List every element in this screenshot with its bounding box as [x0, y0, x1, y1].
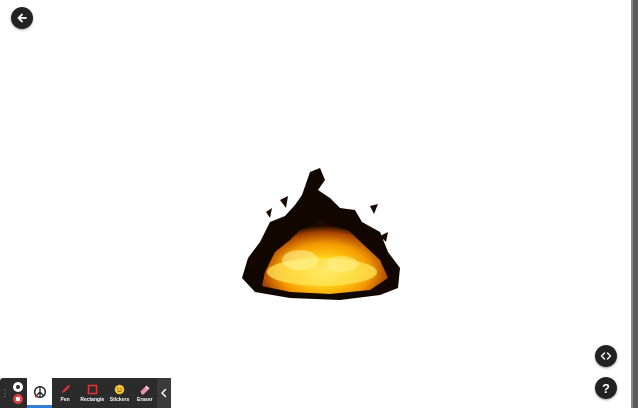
pen-icon: [61, 384, 70, 393]
drawing-toolbar: ⋮ Pen Rectangle Stickers Eraser: [0, 378, 172, 408]
stickers-tool-label: Stickers: [109, 396, 130, 403]
drag-handle-icon[interactable]: ⋮: [0, 378, 10, 408]
recording-controls: [10, 378, 27, 408]
record-icon[interactable]: [13, 382, 24, 392]
rectangle-icon: [87, 384, 98, 394]
back-button[interactable]: [11, 7, 33, 29]
fire-sticker[interactable]: [230, 160, 410, 305]
eraser-tool-button[interactable]: Eraser: [132, 378, 157, 408]
stickers-tool-button[interactable]: Stickers: [107, 378, 132, 408]
peace-sign-icon: [33, 385, 46, 398]
sticker-icon: [114, 384, 125, 394]
pen-tool-label: Pen: [60, 396, 70, 403]
rectangle-tool-label: Rectangle: [80, 396, 105, 403]
code-icon: [600, 352, 612, 360]
pen-tool-button[interactable]: Pen: [52, 378, 77, 408]
collapse-toolbar-button[interactable]: [157, 378, 172, 408]
rectangle-tool-button[interactable]: Rectangle: [78, 378, 107, 408]
eraser-icon: [140, 385, 150, 394]
help-button[interactable]: ?: [595, 377, 617, 399]
help-icon: ?: [602, 380, 610, 396]
selected-sticker-button[interactable]: [27, 378, 53, 408]
code-button[interactable]: [595, 345, 617, 367]
eraser-tool-label: Eraser: [136, 396, 153, 403]
back-arrow-icon: [17, 13, 27, 23]
right-scrollbar[interactable]: [631, 0, 638, 408]
stop-icon[interactable]: [13, 394, 24, 404]
chevron-left-icon: [161, 388, 167, 398]
